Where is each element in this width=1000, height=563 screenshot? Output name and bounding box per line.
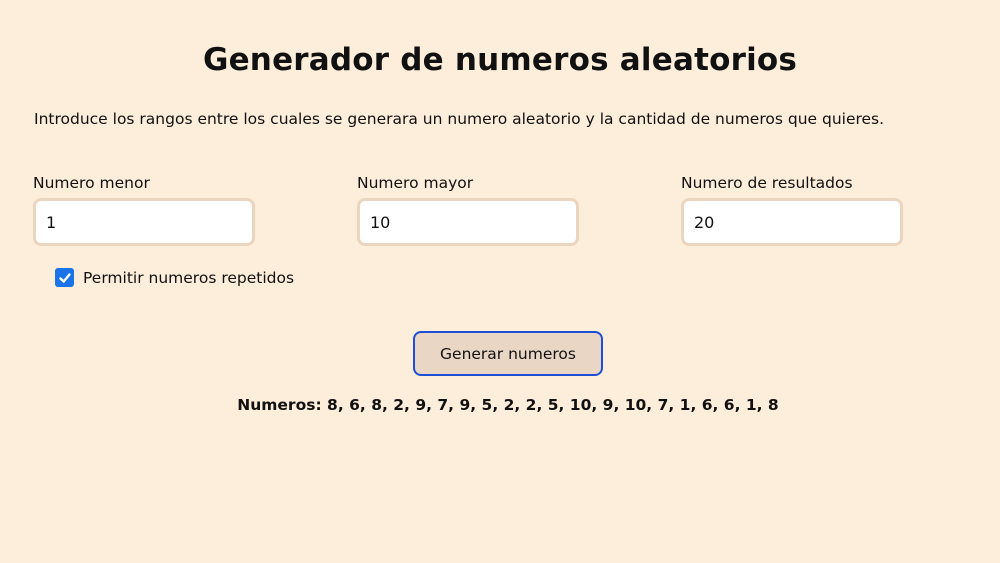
result-count-label: Numero de resultados xyxy=(681,174,853,192)
instructions-text: Introduce los rangos entre los cuales se… xyxy=(34,110,885,128)
max-number-label: Numero mayor xyxy=(357,174,474,192)
allow-repeats-label: Permitir numeros repetidos xyxy=(83,268,295,287)
min-number-input[interactable] xyxy=(33,198,255,246)
max-number-input[interactable] xyxy=(357,198,579,246)
max-number-field: Numero mayor xyxy=(357,174,579,246)
allow-repeats-option: Permitir numeros repetidos xyxy=(55,268,294,287)
result-count-field: Numero de resultados xyxy=(681,174,903,246)
result-count-input[interactable] xyxy=(681,198,903,246)
min-number-label: Numero menor xyxy=(33,174,150,192)
checkmark-icon xyxy=(58,272,71,283)
result-text: Numeros: 8, 6, 8, 2, 9, 7, 9, 5, 2, 2, 5… xyxy=(237,396,779,414)
min-number-field: Numero menor xyxy=(33,174,255,246)
generate-numbers-button[interactable]: Generar numeros xyxy=(413,331,603,376)
page-title: Generador de numeros aleatorios xyxy=(202,42,798,78)
allow-repeats-checkbox[interactable] xyxy=(55,268,74,287)
